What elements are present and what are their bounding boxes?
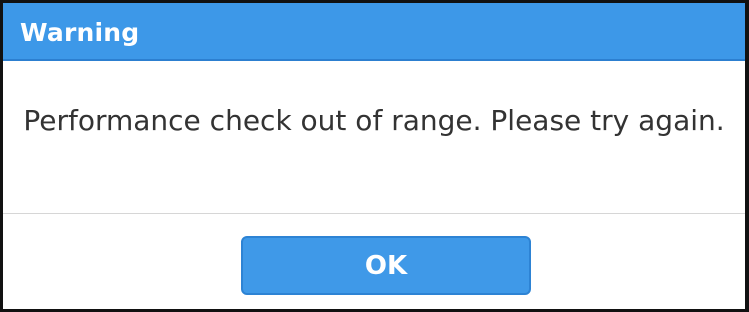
dialog-titlebar: Warning: [3, 3, 745, 61]
ok-button[interactable]: OK: [241, 236, 531, 295]
dialog-title: Warning: [20, 18, 140, 47]
dialog-divider: [3, 213, 745, 214]
dialog-message: Performance check out of range. Please t…: [23, 104, 725, 137]
warning-dialog: Warning Performance check out of range. …: [0, 0, 749, 312]
